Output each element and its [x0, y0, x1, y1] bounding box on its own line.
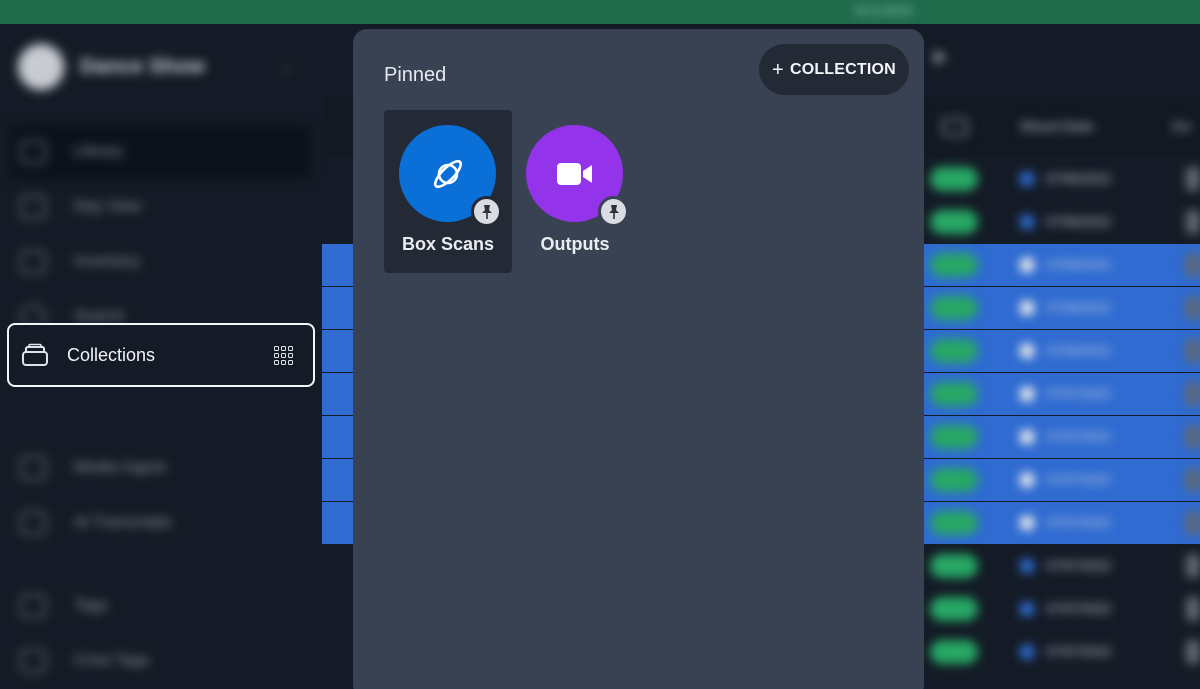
sidebar-item-label: Library: [74, 143, 123, 160]
row-action[interactable]: [1186, 597, 1200, 621]
row-checkbox[interactable]: [1020, 559, 1034, 573]
timecode: 00:11:28:00: [855, 5, 913, 17]
status-badge: [930, 554, 978, 578]
shoot-date: 07/07/2022: [1046, 386, 1112, 401]
shoot-date: 07/06/2022: [1046, 171, 1112, 186]
row-action[interactable]: [1186, 210, 1200, 234]
row-checkbox[interactable]: [1020, 301, 1034, 315]
status-badge: [930, 425, 978, 449]
row-checkbox[interactable]: [1020, 602, 1034, 616]
row-checkbox[interactable]: [1020, 258, 1034, 272]
video-camera-icon: [556, 162, 592, 185]
sidebar-item-tags[interactable]: Tags: [10, 580, 310, 632]
sidebar-item-label: AI Transcripts: [74, 514, 172, 531]
add-collection-button[interactable]: + COLLECTION: [759, 44, 909, 95]
sidebar-item-ai-transcripts[interactable]: AI Transcripts: [10, 497, 310, 549]
collection-card-outputs[interactable]: Outputs: [511, 110, 639, 273]
status-badge: [930, 382, 978, 406]
sidebar-item-label: Tags: [74, 597, 108, 614]
pin-icon[interactable]: [471, 196, 502, 227]
row-action[interactable]: [1186, 640, 1200, 664]
shoot-date: 07/06/2022: [1046, 214, 1112, 229]
status-badge: [930, 468, 978, 492]
sidebar-item-crew-tags[interactable]: Crew Tags: [10, 635, 310, 687]
column-header-shoot-date[interactable]: Shoot Date: [1020, 118, 1094, 134]
status-badge: [930, 597, 978, 621]
collection-card-box-scans[interactable]: Box Scans: [384, 110, 512, 273]
sidebar-item-label: Inventory: [74, 253, 140, 270]
column-icon: [942, 118, 968, 136]
calendar-icon: [20, 195, 46, 219]
row-action[interactable]: [1186, 425, 1200, 449]
inventory-icon: [20, 250, 46, 274]
crew-tag-icon: [20, 649, 46, 673]
row-checkbox[interactable]: [1020, 645, 1034, 659]
row-action[interactable]: [1186, 382, 1200, 406]
chevron-down-icon: ⌄: [280, 58, 292, 75]
row-action[interactable]: [1186, 468, 1200, 492]
shoot-date: 07/07/2022: [1046, 515, 1112, 530]
planet-icon: [433, 159, 462, 188]
row-checkbox[interactable]: [1020, 344, 1034, 358]
sidebar-item-media-ingest[interactable]: Media Ingest: [10, 442, 310, 494]
sidebar-item-label: Media Ingest: [74, 459, 166, 476]
workspace-avatar: [16, 42, 66, 92]
shoot-date: 07/06/2022: [1046, 343, 1112, 358]
collection-label: Outputs: [540, 234, 610, 254]
status-badge: [930, 253, 978, 277]
sidebar-item-inventory[interactable]: Inventory: [10, 236, 310, 288]
workspace-name: Dance Show: [80, 55, 205, 78]
plus-icon: +: [772, 58, 784, 81]
sidebar-item-label: Crew Tags: [74, 652, 150, 669]
tag-icon: [20, 594, 46, 618]
pin-icon[interactable]: [598, 196, 629, 227]
row-checkbox[interactable]: [1020, 473, 1034, 487]
play-icon[interactable]: ▶: [934, 46, 956, 68]
row-action[interactable]: [1186, 339, 1200, 363]
top-bar: 00:11:28:00: [0, 0, 1200, 24]
row-checkbox[interactable]: [1020, 172, 1034, 186]
library-icon: [20, 140, 46, 164]
shoot-date: 07/07/2022: [1046, 472, 1112, 487]
row-checkbox[interactable]: [1020, 516, 1034, 530]
status-badge: [930, 511, 978, 535]
document-icon: [20, 511, 46, 535]
shoot-date: 07/07/2022: [1046, 429, 1112, 444]
collection-icon: [22, 343, 48, 366]
shoot-date: 07/07/2022: [1046, 601, 1112, 616]
shoot-date: 07/07/2022: [1046, 558, 1112, 573]
row-action[interactable]: [1186, 167, 1200, 191]
shoot-date: 07/07/2022: [1046, 644, 1112, 659]
shoot-date: 07/06/2022: [1046, 300, 1112, 315]
sidebar-item-collections[interactable]: Collections: [7, 323, 315, 387]
status-badge: [930, 210, 978, 234]
status-badge: [930, 167, 978, 191]
pinned-section-title: Pinned: [384, 64, 447, 86]
grid-icon[interactable]: [274, 345, 293, 365]
ingest-icon: [20, 456, 46, 480]
sidebar-item-day-view[interactable]: Day View: [10, 181, 310, 233]
sidebar-item-label: Day View: [74, 198, 142, 215]
row-action[interactable]: [1186, 554, 1200, 578]
row-action[interactable]: [1186, 253, 1200, 277]
status-badge: [930, 339, 978, 363]
row-action[interactable]: [1186, 296, 1200, 320]
shoot-date: 07/06/2022: [1046, 257, 1112, 272]
row-action[interactable]: [1186, 511, 1200, 535]
workspace-switcher[interactable]: Dance Show ⌄: [16, 42, 306, 92]
collection-label: Box Scans: [401, 234, 495, 254]
sidebar-item-label: Collections: [67, 344, 156, 365]
sidebar-item-library[interactable]: Library: [10, 126, 310, 178]
status-badge: [930, 296, 978, 320]
status-badge: [930, 640, 978, 664]
row-checkbox[interactable]: [1020, 387, 1034, 401]
column-header-co[interactable]: Co: [1172, 118, 1191, 134]
row-checkbox[interactable]: [1020, 215, 1034, 229]
add-collection-label: COLLECTION: [789, 60, 896, 78]
row-checkbox[interactable]: [1020, 430, 1034, 444]
